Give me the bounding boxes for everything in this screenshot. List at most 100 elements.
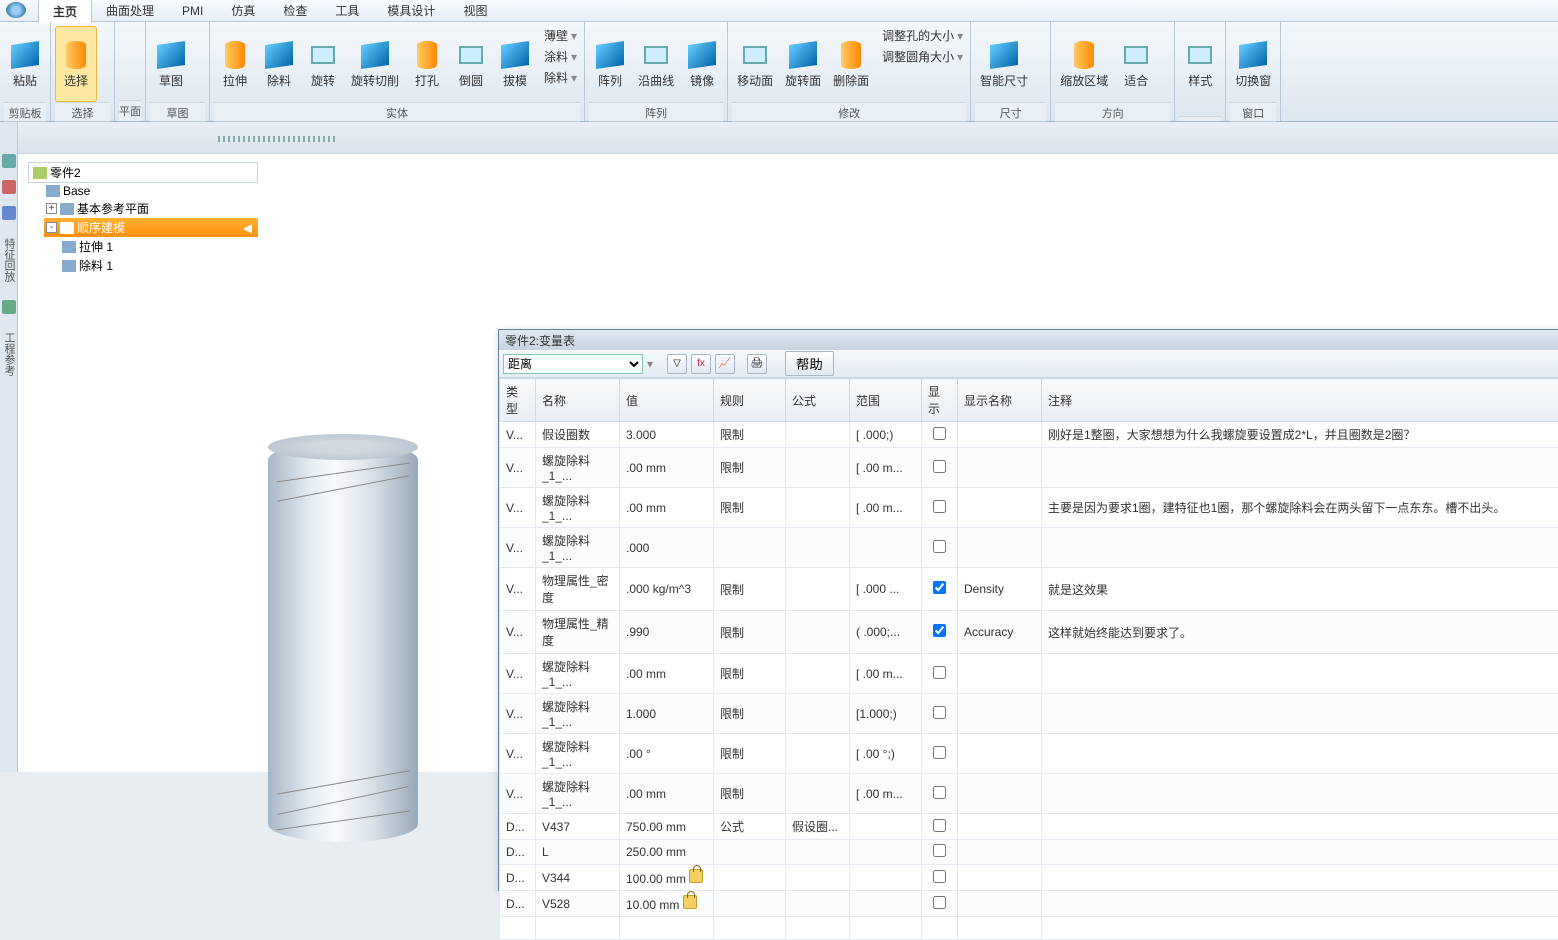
menu-tab-5[interactable]: 工具 bbox=[321, 0, 373, 22]
cell-rule[interactable] bbox=[714, 528, 786, 568]
ribbon-适合[interactable]: 适合 bbox=[1115, 26, 1157, 102]
cell-formula[interactable] bbox=[786, 488, 850, 528]
cell-showname[interactable]: Density bbox=[958, 568, 1042, 611]
cell-comment[interactable]: 主要是因为要求1圈，建特征也1圈，那个螺旋除料会在两头留下一点东东。槽不出头。 bbox=[1042, 488, 1558, 528]
table-row[interactable]: D...V344100.00 mm bbox=[500, 865, 1558, 891]
cell-type[interactable]: D... bbox=[500, 865, 536, 891]
cell-show[interactable] bbox=[922, 891, 958, 917]
ribbon-阵列[interactable]: 阵列 bbox=[589, 26, 631, 102]
fx-icon[interactable]: fx bbox=[691, 354, 711, 374]
ribbon-拉伸[interactable]: 拉伸 bbox=[214, 26, 256, 102]
cell-range[interactable]: [ .00 m... bbox=[850, 448, 922, 488]
cell-formula[interactable] bbox=[786, 611, 850, 654]
cell-show[interactable] bbox=[922, 694, 958, 734]
table-row[interactable]: V...螺旋除料_1_....00 mm限制[ .00 m...主要是因为要求1… bbox=[500, 488, 1558, 528]
ribbon-打孔[interactable]: 打孔 bbox=[406, 26, 448, 102]
cell-type[interactable]: V... bbox=[500, 774, 536, 814]
cell-rule[interactable] bbox=[714, 840, 786, 865]
cell-value[interactable]: .00 mm bbox=[620, 654, 714, 694]
ribbon-拔模[interactable]: 拔模 bbox=[494, 26, 536, 102]
cell-range[interactable] bbox=[850, 840, 922, 865]
cell-showname[interactable] bbox=[958, 734, 1042, 774]
vartable-title[interactable]: 零件2:变量表 bbox=[499, 330, 1558, 350]
cell-formula[interactable] bbox=[786, 734, 850, 774]
cell-range[interactable]: [ .00 m... bbox=[850, 488, 922, 528]
ribbon-缩放区域[interactable]: 缩放区域 bbox=[1055, 26, 1113, 102]
cell-value[interactable]: .00 mm bbox=[620, 488, 714, 528]
show-checkbox[interactable] bbox=[933, 746, 946, 759]
show-checkbox[interactable] bbox=[933, 500, 946, 513]
cell-rule[interactable] bbox=[714, 891, 786, 917]
cell-comment[interactable]: 刚好是1整圈，大家想想为什么我螺旋要设置成2*L，并且圈数是2圈？ bbox=[1042, 422, 1558, 448]
show-checkbox[interactable] bbox=[933, 427, 946, 440]
cell-type[interactable]: V... bbox=[500, 448, 536, 488]
cell-name[interactable]: 螺旋除料_1_... bbox=[536, 448, 620, 488]
cell-formula[interactable] bbox=[786, 840, 850, 865]
cell-rule[interactable]: 公式 bbox=[714, 814, 786, 840]
cell-range[interactable]: [ .00 °;) bbox=[850, 734, 922, 774]
col-formula[interactable]: 公式 bbox=[786, 379, 850, 422]
ribbon-删除面[interactable]: 删除面 bbox=[828, 26, 874, 102]
cell-rule[interactable]: 限制 bbox=[714, 568, 786, 611]
mini-tool[interactable] bbox=[1159, 30, 1170, 32]
cell-show[interactable] bbox=[922, 488, 958, 528]
cell-showname[interactable] bbox=[958, 528, 1042, 568]
menu-tab-4[interactable]: 检查 bbox=[269, 0, 321, 22]
menu-tab-0[interactable]: 主页 bbox=[38, 0, 92, 23]
cell-range[interactable]: [ .000;) bbox=[850, 422, 922, 448]
show-checkbox[interactable] bbox=[933, 844, 946, 857]
cell-showname[interactable] bbox=[958, 865, 1042, 891]
show-checkbox[interactable] bbox=[933, 786, 946, 799]
cell-rule[interactable] bbox=[714, 865, 786, 891]
cell-formula[interactable]: 假设圈... bbox=[786, 814, 850, 840]
cell-name[interactable]: 物理属性_密度 bbox=[536, 568, 620, 611]
cell-type[interactable]: V... bbox=[500, 654, 536, 694]
cell-range[interactable]: [ .00 m... bbox=[850, 774, 922, 814]
tree-root[interactable]: 零件2 bbox=[28, 162, 258, 183]
cell-name[interactable]: 螺旋除料_1_... bbox=[536, 734, 620, 774]
tree-expand-icon[interactable]: - bbox=[46, 222, 57, 233]
cell-name[interactable]: L bbox=[536, 840, 620, 865]
ribbon-倒圆[interactable]: 倒圆 bbox=[450, 26, 492, 102]
cell-name[interactable]: 螺旋除料_1_... bbox=[536, 488, 620, 528]
ribbon-镜像[interactable]: 镜像 bbox=[681, 26, 723, 102]
cell-name[interactable]: 螺旋除料_1_... bbox=[536, 654, 620, 694]
ribbon-旋转[interactable]: 旋转 bbox=[302, 26, 344, 102]
ribbon-沿曲线[interactable]: 沿曲线 bbox=[633, 26, 679, 102]
cell-show[interactable] bbox=[922, 774, 958, 814]
filter-select[interactable]: 距离 bbox=[503, 354, 643, 374]
cell-name[interactable]: 物理属性_精度 bbox=[536, 611, 620, 654]
splitter[interactable] bbox=[18, 122, 1558, 154]
cell-value[interactable]: .000 bbox=[620, 528, 714, 568]
table-row[interactable]: D...V437750.00 mm公式假设圈... bbox=[500, 814, 1558, 840]
ribbon-除料[interactable]: 除料 bbox=[258, 26, 300, 102]
table-row[interactable]: V...螺旋除料_1_....00 °限制[ .00 °;) bbox=[500, 734, 1558, 774]
mini-tool[interactable] bbox=[1159, 34, 1170, 36]
cell-name[interactable]: V437 bbox=[536, 814, 620, 840]
mini-tool[interactable] bbox=[1159, 26, 1170, 28]
cell-show[interactable] bbox=[922, 422, 958, 448]
ribbon-旋转切削[interactable]: 旋转切削 bbox=[346, 26, 404, 102]
ribbon-side-item[interactable]: 调整孔的大小 ▾ bbox=[876, 26, 966, 45]
viewport-3d[interactable]: 零件2 Base+基本参考平面-顺序建模◀拉伸 1除料 1 零件2:变量表 距离 bbox=[18, 122, 1558, 772]
ribbon-旋转面[interactable]: 旋转面 bbox=[780, 26, 826, 102]
cell-name[interactable]: 螺旋除料_1_... bbox=[536, 528, 620, 568]
cell-show[interactable] bbox=[922, 448, 958, 488]
cell-value[interactable]: 1.000 bbox=[620, 694, 714, 734]
col-range[interactable]: 范围 bbox=[850, 379, 922, 422]
mini-tool[interactable] bbox=[194, 34, 205, 36]
show-checkbox[interactable] bbox=[933, 624, 946, 637]
mini-tool[interactable] bbox=[1035, 26, 1046, 28]
splitter-handle[interactable] bbox=[218, 136, 338, 142]
tool-icon[interactable] bbox=[2, 300, 16, 314]
cell-rule[interactable]: 限制 bbox=[714, 448, 786, 488]
cell-showname[interactable] bbox=[958, 814, 1042, 840]
app-icon[interactable] bbox=[6, 2, 26, 18]
cell-range[interactable] bbox=[850, 814, 922, 840]
cell-type[interactable]: D... bbox=[500, 891, 536, 917]
cell-range[interactable] bbox=[850, 891, 922, 917]
cell-formula[interactable] bbox=[786, 568, 850, 611]
cell-name[interactable]: V528 bbox=[536, 891, 620, 917]
cell-rule[interactable]: 限制 bbox=[714, 611, 786, 654]
col-show[interactable]: 显示 bbox=[922, 379, 958, 422]
